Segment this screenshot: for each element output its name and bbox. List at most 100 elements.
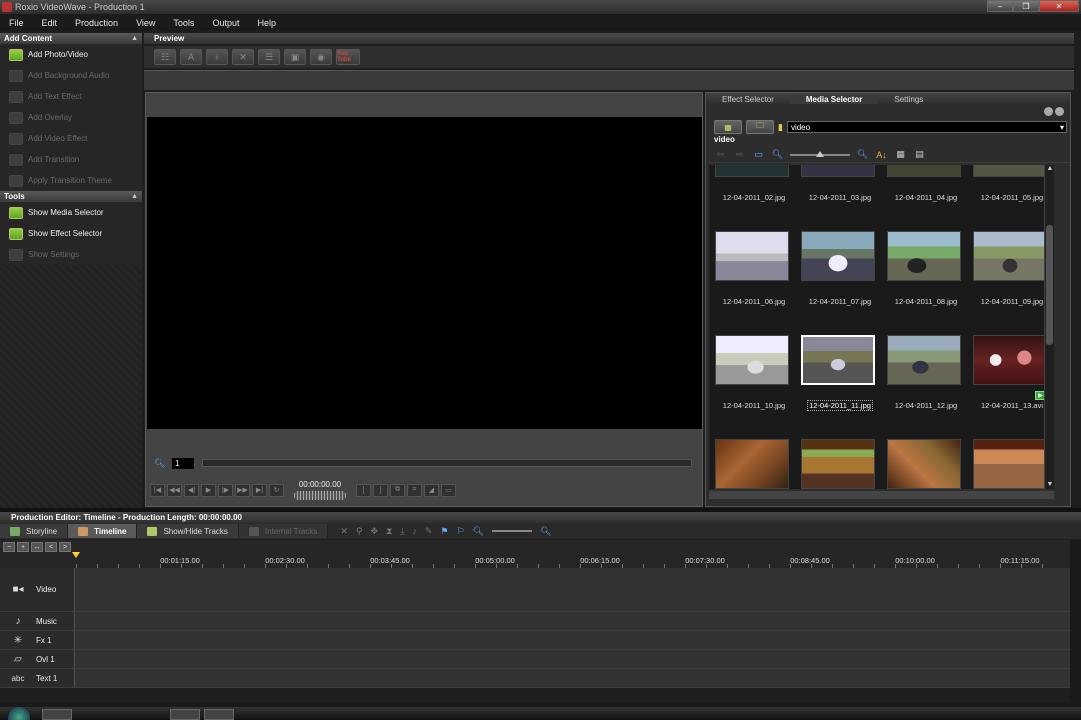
video-canvas[interactable] [147, 117, 702, 429]
tab-settings[interactable]: Settings [878, 95, 939, 104]
track-lane[interactable] [76, 568, 1070, 611]
delete-icon[interactable]: ✕ [232, 49, 254, 65]
zoom-in-icon[interactable]: 🔍︎ [856, 149, 869, 160]
plus-icon[interactable]: + [17, 542, 29, 552]
scroll-thumb[interactable] [1046, 225, 1053, 345]
sort-az-icon[interactable]: A↓ [875, 149, 888, 160]
track-lane[interactable] [76, 631, 1070, 649]
play-icon[interactable]: ▶ [201, 483, 216, 497]
details-view-icon[interactable]: ▤ [913, 149, 926, 160]
tools-header[interactable]: Tools ▲ [0, 191, 142, 202]
add-photo-video-button[interactable]: Add Photo/Video [0, 44, 142, 65]
scrub-slider[interactable] [202, 459, 692, 467]
show-effect-selector-button[interactable]: Show Effect Selector [0, 223, 142, 244]
loop-icon[interactable]: ↻ [269, 483, 284, 497]
close-icon[interactable]: ✕ [1039, 0, 1079, 12]
taskbar-button[interactable] [42, 709, 72, 720]
fast-forward-icon[interactable]: ▶▶ [235, 483, 250, 497]
rewind-icon[interactable]: ◀◀ [167, 483, 182, 497]
media-item[interactable] [711, 439, 797, 489]
menu-help[interactable]: Help [248, 18, 285, 28]
taskbar-button[interactable] [204, 709, 234, 720]
back-arrow-icon[interactable]: ⇦ [714, 149, 727, 160]
media-item[interactable]: 12-04-2011_05.jpg [969, 165, 1045, 231]
step-forward-icon[interactable]: |▶ [218, 483, 233, 497]
text-tool-icon[interactable]: A [180, 49, 202, 65]
track-lane[interactable] [76, 669, 1070, 687]
storyboard-icon[interactable]: ☷ [154, 49, 176, 65]
trim-icon[interactable]: ⌗ [407, 483, 422, 497]
fit-icon[interactable]: ↔ [31, 542, 43, 552]
tab-storyline[interactable]: Storyline [0, 524, 69, 538]
path-dropdown[interactable]: video ▾ [786, 121, 1067, 133]
computer-source-icon[interactable]: ▦ [714, 120, 742, 134]
menu-edit[interactable]: Edit [33, 18, 67, 28]
menu-view[interactable]: View [127, 18, 164, 28]
burn-disc-icon[interactable]: ◉ [310, 49, 332, 65]
forward-arrow-icon[interactable]: ⇨ [733, 149, 746, 160]
delete-clip-icon[interactable]: ✕ [340, 526, 348, 537]
media-item[interactable] [797, 439, 883, 489]
next-marker-icon[interactable]: > [59, 542, 71, 552]
media-item[interactable]: 12-04-2011_10.jpg [711, 335, 797, 439]
download-icon[interactable]: ⤓ [400, 526, 404, 537]
add-overlay-button[interactable]: Add Overlay [0, 107, 142, 128]
split-icon[interactable]: ⧉ [390, 483, 405, 497]
timeline-zoom-in-icon[interactable]: 🔍︎ [540, 526, 551, 537]
timeline-zoom-out-icon[interactable]: 🔍︎ [473, 526, 484, 537]
track-lane[interactable] [76, 650, 1070, 668]
go-start-icon[interactable]: |◀ [150, 483, 165, 497]
minimize-icon[interactable]: – [987, 0, 1013, 12]
panel-up-icon[interactable] [1044, 107, 1053, 116]
media-item[interactable]: 12-04-2011_09.jpg [969, 231, 1045, 335]
media-grid-hscroll[interactable] [709, 491, 1054, 499]
zoom-icon[interactable]: 🔍︎ [154, 458, 166, 468]
fullscreen-icon[interactable]: ▭ [441, 483, 456, 497]
add-content-header[interactable]: Add Content ▲ [0, 33, 142, 44]
track-lane[interactable] [76, 612, 1070, 630]
microphone-icon[interactable]: ♁ [206, 49, 228, 65]
youtube-upload-button[interactable]: You Tube [336, 49, 360, 65]
align-dropdown-icon[interactable]: ☰ [258, 49, 280, 65]
collapse-caret-icon[interactable]: ▲ [131, 35, 138, 42]
tab-timeline[interactable]: Timeline [68, 524, 138, 538]
track-label[interactable]: abc Text 1 [0, 669, 75, 687]
track-label[interactable]: ♪ Music [0, 612, 75, 630]
apply-transition-theme-button[interactable]: Apply Transition Theme [0, 170, 142, 191]
snap-icon[interactable]: ⚑ [440, 526, 448, 537]
add-transition-button[interactable]: Add Transition [0, 149, 142, 170]
media-item[interactable]: 12-04-2011_07.jpg [797, 231, 883, 335]
media-item[interactable]: 12-04-2011_06.jpg [711, 231, 797, 335]
media-item[interactable] [883, 439, 969, 489]
move-icon[interactable]: ✥ [371, 526, 379, 537]
timeline-vertical-scrollbar[interactable] [1070, 540, 1081, 705]
media-item[interactable]: 12-04-2011_04.jpg [883, 165, 969, 231]
menu-production[interactable]: Production [66, 18, 127, 28]
menu-tools[interactable]: Tools [164, 18, 203, 28]
tab-effect-selector[interactable]: Effect Selector [706, 95, 790, 104]
media-grid-scrollbar[interactable]: ▲ ▼ [1044, 165, 1054, 489]
scroll-down-icon[interactable]: ▼ [1046, 481, 1054, 489]
scroll-up-icon[interactable]: ▲ [1046, 165, 1054, 173]
internal-tracks-button[interactable]: Internal Tracks [238, 524, 329, 538]
track-label[interactable]: ✳ Fx 1 [0, 631, 75, 649]
slider-knob[interactable] [816, 150, 824, 157]
time-ruler[interactable]: 00:01:15.00 00:02:30.00 00:03:45.00 00:0… [76, 554, 1062, 568]
marker-icon[interactable]: ⚐ [457, 526, 465, 537]
show-hide-tracks-button[interactable]: Show/Hide Tracks [137, 524, 239, 538]
media-item[interactable] [969, 439, 1045, 489]
show-media-selector-button[interactable]: Show Media Selector [0, 202, 142, 223]
mark-out-icon[interactable]: ] [373, 483, 388, 497]
taskbar-button[interactable] [170, 709, 200, 720]
minus-icon[interactable]: − [3, 542, 15, 552]
timeline-zoom-slider[interactable] [492, 530, 533, 532]
panel-close-icon[interactable] [1055, 107, 1064, 116]
jog-wheel[interactable] [294, 491, 346, 500]
thumbnail-size-slider[interactable] [790, 150, 850, 157]
audio-tool-icon[interactable]: ♪ [412, 526, 417, 536]
add-text-effect-button[interactable]: Add Text Effect [0, 86, 142, 107]
track-label[interactable]: ▱ Ovl 1 [0, 650, 75, 668]
prev-marker-icon[interactable]: < [45, 542, 57, 552]
track-label[interactable]: ■◂ Video [0, 568, 75, 611]
media-item[interactable]: 12-04-2011_02.jpg [711, 165, 797, 231]
